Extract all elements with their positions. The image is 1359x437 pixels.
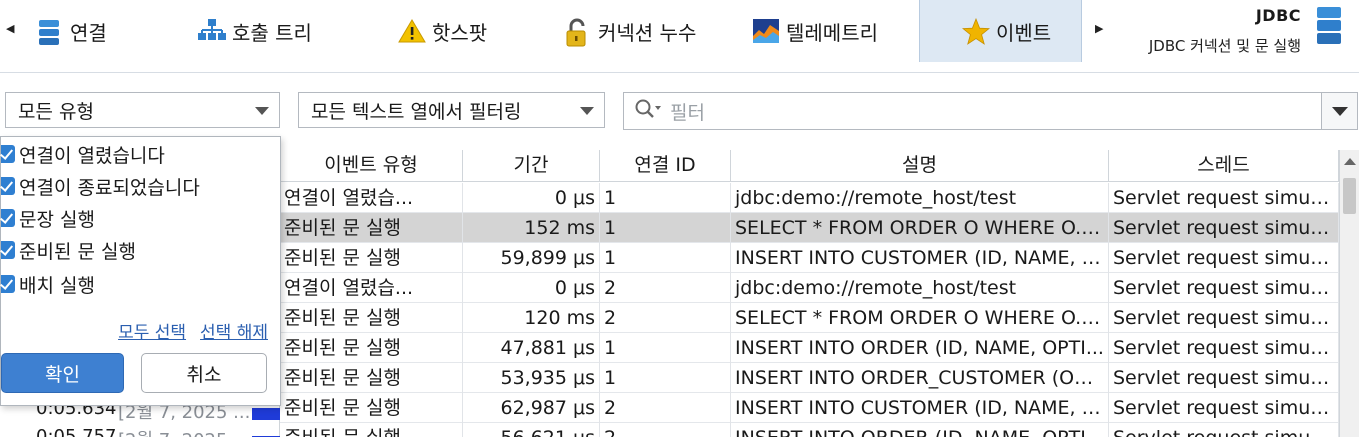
chevron-down-icon [1332,107,1348,116]
option-connection-opened[interactable]: 연결이 열렸습니다 [1,139,165,169]
table-row[interactable]: 준비된 문 실행 53,935 μs 1 INSERT INTO ORDER_C… [280,363,1339,393]
checkbox-checked-icon[interactable] [1,241,15,259]
tab-hotspots[interactable]: 핫스팟 [398,0,487,62]
search-icon [634,98,664,125]
event-type-combo[interactable]: 모든 유형 [5,92,280,128]
chevron-down-icon [580,107,594,115]
option-prepared-statement-execution[interactable]: 준비된 문 실행 [1,235,136,265]
list-item[interactable]: 0:05.757 [2월 7, 2025 ... [0,426,280,437]
filter-search-field[interactable]: 필터 [623,92,1358,130]
view-tab-bar: ◀ 연결 호출 트리 핫스팟 커넥션 누수 텔레메트리 이벤트 ▶ JDBC J… [0,0,1359,62]
scrollbar-thumb[interactable] [1343,178,1356,214]
warning-icon [398,18,426,44]
table-row[interactable]: 연결이 열렸습... 0 μs 1 jdbc:demo://remote_hos… [280,183,1339,213]
scroll-left-icon[interactable]: ◀ [6,22,14,35]
column-header-description[interactable]: 설명 [731,150,1109,182]
checkbox-checked-icon[interactable] [1,209,15,227]
selection-links: 모두 선택 선택 해제 [118,318,268,343]
event-type-combo-value: 모든 유형 [18,100,94,123]
search-history-dropdown[interactable] [1321,93,1357,129]
tab-label: 연결 [70,20,107,45]
tab-call-tree[interactable]: 호출 트리 [198,0,312,62]
section-header: JDBC JDBC 커넥션 및 문 실행 [1149,6,1301,56]
tab-connections[interactable]: 연결 [36,0,107,62]
section-subtitle: JDBC 커넥션 및 문 실행 [1148,37,1301,55]
column-header-connection-id[interactable]: 연결 ID [600,150,731,182]
table-vertical-scrollbar[interactable] [1339,150,1359,437]
table-row[interactable]: 준비된 문 실행 47,881 μs 1 INSERT INTO ORDER (… [280,333,1339,363]
scroll-right-icon[interactable]: ▶ [1095,22,1103,35]
table-row[interactable]: 준비된 문 실행 59,899 μs 1 INSERT INTO CUSTOME… [280,243,1339,273]
database-icon [36,18,62,45]
telemetry-icon [752,18,779,44]
tab-label: 핫스팟 [432,20,488,45]
search-placeholder: 필터 [670,101,705,124]
option-statement-execution[interactable]: 문장 실행 [1,203,95,233]
cancel-button[interactable]: 취소 [141,353,267,393]
checkbox-checked-icon[interactable] [1,177,15,195]
tab-events[interactable]: 이벤트 [919,0,1083,62]
option-connection-closed[interactable]: 연결이 종료되었습니다 [1,171,200,201]
checkbox-checked-icon[interactable] [1,145,15,163]
unlocked-padlock-icon [564,18,590,47]
section-title: JDBC [1255,6,1301,25]
table-row[interactable]: 준비된 문 실행 56,621 μs 2 INSERT INTO ORDER (… [280,423,1339,437]
table-row[interactable]: 준비된 문 실행 120 ms 2 SELECT * FROM ORDER O … [280,303,1339,333]
text-column-filter-combo[interactable]: 모든 텍스트 열에서 필터링 [298,92,605,128]
call-tree-icon [198,18,226,44]
tab-label: 호출 트리 [232,20,312,45]
select-all-link[interactable]: 모두 선택 [118,318,186,343]
divider [0,72,1359,73]
table-row-selected[interactable]: 준비된 문 실행 152 ms 1 SELECT * FROM ORDER O … [280,213,1339,243]
scroll-up-icon[interactable] [1344,158,1356,165]
tab-label: 커넥션 누수 [598,20,697,45]
tab-telemetry[interactable]: 텔레메트리 [752,0,878,62]
database-icon [1315,6,1343,50]
tab-label: 이벤트 [996,20,1052,45]
column-header-duration[interactable]: 기간 [463,150,600,182]
table-row[interactable]: 준비된 문 실행 62,987 μs 2 INSERT INTO CUSTOME… [280,393,1339,423]
column-header-thread[interactable]: 스레드 [1109,150,1339,182]
deselect-all-link[interactable]: 선택 해제 [200,318,268,343]
tab-label: 텔레메트리 [786,20,878,45]
star-icon [961,17,991,45]
event-type-filter-popup: 연결이 열렸습니다 연결이 종료되었습니다 문장 실행 준비된 문 실행 배치 … [0,136,281,406]
chevron-down-icon [255,107,269,115]
table-header: 이벤트 유형 기간 연결 ID 설명 스레드 [280,150,1359,182]
tab-connection-leaks[interactable]: 커넥션 누수 [564,0,696,62]
text-column-filter-value: 모든 텍스트 열에서 필터링 [311,100,522,123]
table-row[interactable]: 연결이 열렸습... 0 μs 2 jdbc:demo://remote_hos… [280,273,1339,303]
checkbox-checked-icon[interactable] [1,275,15,293]
option-batch-execution[interactable]: 배치 실행 [1,269,95,299]
column-header-event-type[interactable]: 이벤트 유형 [280,150,463,182]
ok-button[interactable]: 확인 [1,353,124,393]
